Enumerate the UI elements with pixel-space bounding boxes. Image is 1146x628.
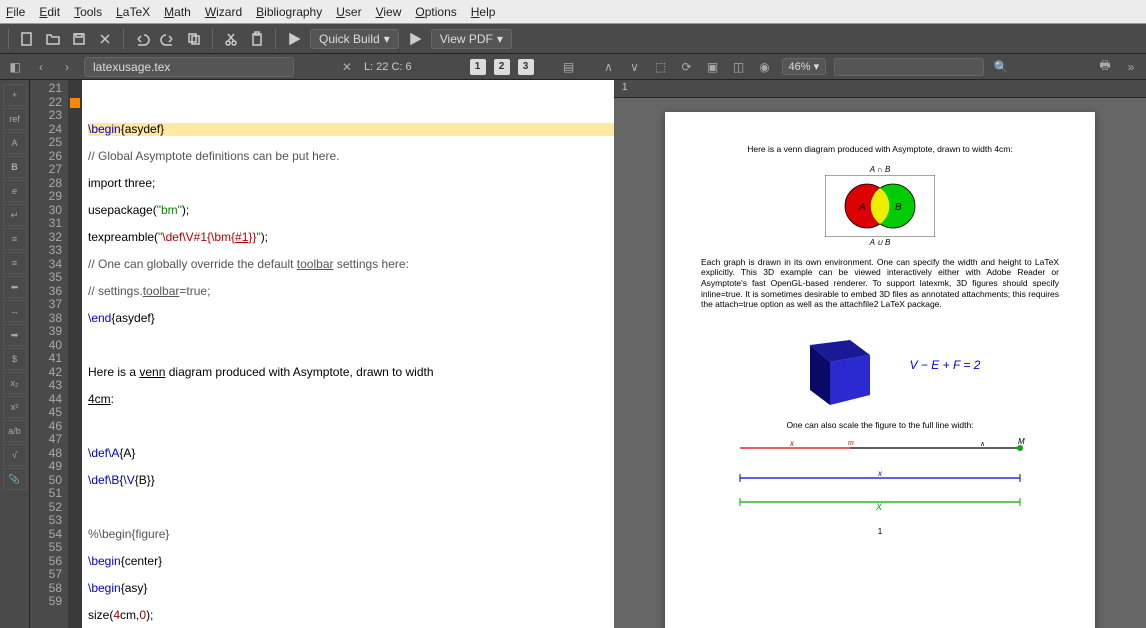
file-dropdown[interactable]: latexusage.tex xyxy=(84,57,294,77)
cube-figure: V − E + F = 2 xyxy=(701,320,1059,410)
scale-figure-3: X xyxy=(730,494,1030,512)
fit-icon[interactable]: ⬚ xyxy=(652,58,670,76)
menu-bar: File Edit Tools LaTeX Math Wizard Biblio… xyxy=(0,0,1146,24)
pdf-preview-area: 1 Here is a venn diagram produced with A… xyxy=(614,80,1146,628)
menu-latex[interactable]: LaTeX xyxy=(116,5,150,19)
pdf-venn-caption: Here is a venn diagram produced with Asy… xyxy=(701,144,1059,155)
frac-button[interactable]: a/b xyxy=(3,420,27,442)
menu-wizard[interactable]: Wizard xyxy=(205,5,242,19)
pdf-page: Here is a venn diagram produced with Asy… xyxy=(665,112,1095,628)
left-tool-panel: + ref A B e ↵ ≡ ≡ ⬅ ↔ ➡ $ x₂ x² a/b √ 📎 xyxy=(0,80,30,628)
svg-text:A: A xyxy=(858,202,866,213)
play2-icon[interactable] xyxy=(405,29,425,49)
item-button[interactable]: ≡ xyxy=(3,228,27,250)
nav-down-icon[interactable]: ∨ xyxy=(626,58,644,76)
menu-view[interactable]: View xyxy=(376,5,402,19)
part-button[interactable]: + xyxy=(3,84,27,106)
view-pdf-button[interactable]: View PDF ▾ xyxy=(431,29,512,49)
bookmark-list-icon[interactable]: ▤ xyxy=(560,58,578,76)
svg-text:∧: ∧ xyxy=(980,441,985,448)
search-input[interactable] xyxy=(834,58,984,76)
svg-text:B: B xyxy=(895,202,902,213)
svg-text:m: m xyxy=(848,440,854,447)
print-icon[interactable]: 🖶 xyxy=(1096,58,1114,76)
svg-text:x: x xyxy=(789,439,795,448)
menu-file[interactable]: File xyxy=(6,5,25,19)
menu-user[interactable]: User xyxy=(336,5,361,19)
right-button[interactable]: ➡ xyxy=(3,324,27,346)
emph-button[interactable]: e xyxy=(3,180,27,202)
svg-text:X: X xyxy=(875,502,883,510)
fold-marker[interactable] xyxy=(70,98,80,108)
view-mode-1[interactable]: 1 xyxy=(470,59,486,75)
venn-diagram: A ∩ B A B A ∪ B xyxy=(815,165,945,247)
cursor-position: L: 22 C: 6 xyxy=(364,61,412,73)
svg-text:M: M xyxy=(1018,438,1025,446)
scale-figure-1: x m M ∧ xyxy=(730,438,1030,460)
sqrt-button[interactable]: √ xyxy=(3,444,27,466)
fold-gutter xyxy=(68,80,82,628)
enum-button[interactable]: ≡ xyxy=(3,252,27,274)
bold-button[interactable]: B xyxy=(3,156,27,178)
close-icon[interactable] xyxy=(95,29,115,49)
structure-icon[interactable]: ◧ xyxy=(6,58,24,76)
rotate-cw-icon[interactable]: ⟳ xyxy=(678,58,696,76)
sub-button[interactable]: x₂ xyxy=(3,372,27,394)
menu-help[interactable]: Help xyxy=(471,5,496,19)
collapse-icon[interactable]: » xyxy=(1122,58,1140,76)
pdf-page-header: 1 xyxy=(614,80,1146,98)
search-icon[interactable]: 🔍 xyxy=(992,58,1010,76)
eye-icon[interactable]: ◉ xyxy=(756,58,774,76)
copy-icon[interactable] xyxy=(184,29,204,49)
view-pdf-label: View PDF xyxy=(440,32,493,46)
menu-edit[interactable]: Edit xyxy=(39,5,60,19)
main-toolbar: Quick Build ▾ View PDF ▾ xyxy=(0,24,1146,54)
menu-options[interactable]: Options xyxy=(415,5,456,19)
menu-math[interactable]: Math xyxy=(164,5,191,19)
quick-build-label: Quick Build xyxy=(319,32,380,46)
nav-back-icon[interactable]: ‹ xyxy=(32,58,50,76)
pdf-para-3: One can also scale the figure to the ful… xyxy=(701,420,1059,431)
center-button[interactable]: ↔ xyxy=(3,300,27,322)
svg-text:x: x xyxy=(877,469,883,478)
dollar-button[interactable]: $ xyxy=(3,348,27,370)
ref-button[interactable]: ref xyxy=(3,108,27,130)
new-file-icon[interactable] xyxy=(17,29,37,49)
code-editor[interactable]: \begin{asydef} // Global Asymptote defin… xyxy=(82,80,614,628)
view-mode-2[interactable]: 2 xyxy=(494,59,510,75)
play-icon[interactable] xyxy=(284,29,304,49)
select-icon[interactable]: ◫ xyxy=(730,58,748,76)
cut-icon[interactable] xyxy=(221,29,241,49)
undo-icon[interactable] xyxy=(132,29,152,49)
save-icon[interactable] xyxy=(69,29,89,49)
filename-label: latexusage.tex xyxy=(93,60,170,74)
info-bar: ◧ ‹ › latexusage.tex ✕ L: 22 C: 6 1 2 3 … xyxy=(0,54,1146,80)
newline-button[interactable]: ↵ xyxy=(3,204,27,226)
euler-formula: V − E + F = 2 xyxy=(910,358,981,372)
open-file-icon[interactable] xyxy=(43,29,63,49)
page-number: 1 xyxy=(701,526,1059,537)
view-mode-3[interactable]: 3 xyxy=(518,59,534,75)
crop-icon[interactable]: ▣ xyxy=(704,58,722,76)
label-button[interactable]: A xyxy=(3,132,27,154)
pdf-canvas[interactable]: Here is a venn diagram produced with Asy… xyxy=(614,98,1146,628)
line-number-gutter: 2122232425262728293031323334353637383940… xyxy=(30,80,68,628)
close-x-icon[interactable]: ✕ xyxy=(338,58,356,76)
nav-up-icon[interactable]: ∧ xyxy=(600,58,618,76)
redo-icon[interactable] xyxy=(158,29,178,49)
menu-tools[interactable]: Tools xyxy=(74,5,102,19)
pdf-para-2: Each graph is drawn in its own environme… xyxy=(701,257,1059,310)
left-button[interactable]: ⬅ xyxy=(3,276,27,298)
clip-button[interactable]: 📎 xyxy=(3,468,27,490)
paste-icon[interactable] xyxy=(247,29,267,49)
sup-button[interactable]: x² xyxy=(3,396,27,418)
menu-bibliography[interactable]: Bibliography xyxy=(256,5,322,19)
nav-forward-icon[interactable]: › xyxy=(58,58,76,76)
zoom-dropdown[interactable]: 46% ▾ xyxy=(782,58,827,75)
scale-figure-2: x xyxy=(730,468,1030,486)
quick-build-button[interactable]: Quick Build ▾ xyxy=(310,29,399,49)
